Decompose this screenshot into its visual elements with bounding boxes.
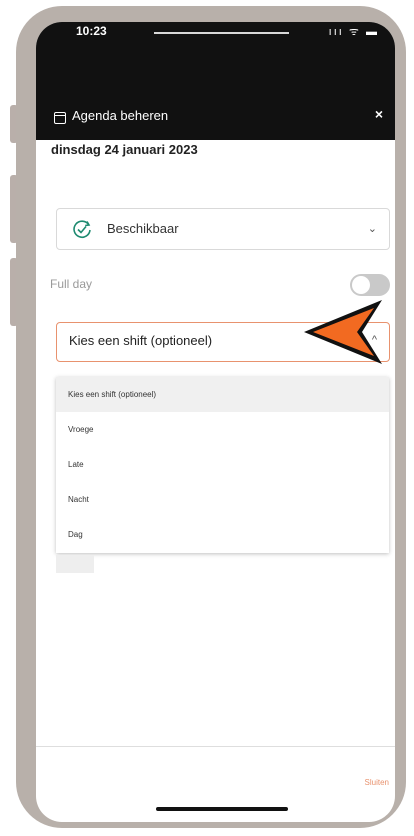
full-day-label: Full day xyxy=(50,277,93,291)
shift-option[interactable]: Nacht xyxy=(56,482,389,517)
full-day-toggle[interactable] xyxy=(350,274,390,296)
hidden-button-edge xyxy=(56,555,94,573)
status-bar: 10:23 ııı ᯤ ▬ xyxy=(36,22,395,52)
availability-select[interactable]: Beschikbaar ⌄ xyxy=(56,208,390,250)
status-icons: ııı ᯤ ▬ xyxy=(328,26,379,38)
shift-option[interactable]: Vroege xyxy=(56,412,389,447)
shift-value: Kies een shift (optioneel) xyxy=(69,333,213,348)
modal-title: Agenda beheren xyxy=(72,108,169,123)
shift-option[interactable]: Dag xyxy=(56,517,389,552)
footer-divider xyxy=(36,746,395,747)
toggle-knob xyxy=(352,276,370,294)
close-icon[interactable]: × xyxy=(375,106,383,122)
clock-check-icon xyxy=(71,218,93,245)
home-indicator xyxy=(156,807,288,811)
availability-value: Beschikbaar xyxy=(107,221,179,236)
selected-date: dinsdag 24 januari 2023 xyxy=(51,142,198,157)
calendar-icon xyxy=(54,112,66,124)
shift-dropdown: Kies een shift (optioneel) Vroege Late N… xyxy=(56,377,389,553)
shift-option[interactable]: Late xyxy=(56,447,389,482)
close-button[interactable]: Sluiten xyxy=(365,778,389,787)
app-screen: 10:23 ııı ᯤ ▬ Agenda beheren × dinsdag 2… xyxy=(36,22,395,822)
modal-header: Agenda beheren × xyxy=(36,52,395,140)
annotation-arrow-icon xyxy=(304,300,382,364)
status-time: 10:23 xyxy=(76,24,107,38)
dynamic-island-line xyxy=(154,32,289,34)
shift-option[interactable]: Kies een shift (optioneel) xyxy=(56,377,389,412)
chevron-down-icon: ⌄ xyxy=(367,223,377,235)
